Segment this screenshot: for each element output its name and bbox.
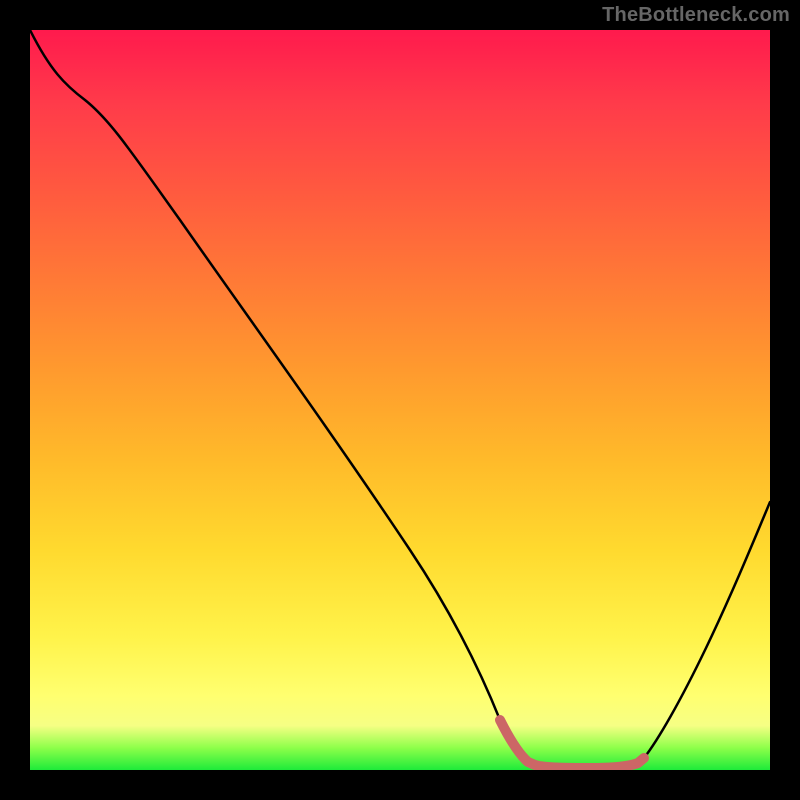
valley-highlight: [500, 720, 644, 768]
main-curve-path: [30, 30, 770, 768]
watermark-text: TheBottleneck.com: [602, 4, 790, 27]
chart-frame: TheBottleneck.com: [0, 0, 800, 800]
bottleneck-curve: [30, 30, 770, 770]
plot-area: [30, 30, 770, 770]
